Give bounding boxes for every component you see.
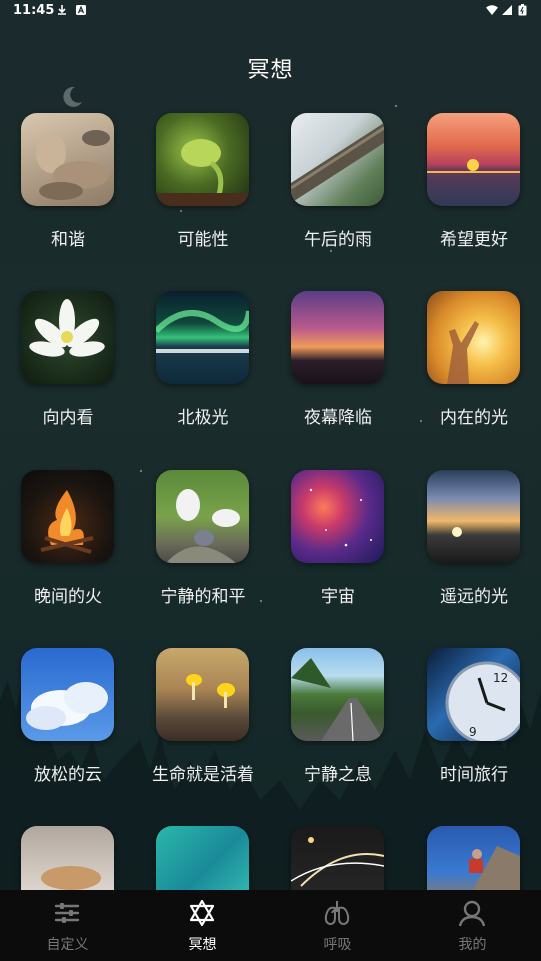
tile-label: 宁静之息 <box>304 765 372 785</box>
user-icon <box>458 900 486 927</box>
tile-label: 宁静的和平 <box>160 587 246 607</box>
rainy-roof-image <box>291 113 384 206</box>
meditation-tile-evening-fire[interactable]: 晚间的火 <box>3 470 133 620</box>
meditation-tile-quiet-breath[interactable]: 宁静之息 <box>273 648 403 798</box>
tile-label: 内在的光 <box>440 408 508 428</box>
lungs-icon <box>324 901 350 926</box>
road-trees-image <box>291 648 384 741</box>
horizon-sun-image <box>427 470 520 563</box>
meditation-tile-aurora[interactable]: 北极光 <box>138 291 268 441</box>
tile-label: 向内看 <box>42 408 94 428</box>
nav-label: 自定义 <box>46 937 89 953</box>
meditation-tile-water[interactable] <box>138 826 268 890</box>
lotus-image <box>21 291 114 384</box>
tile-label: 生命就是活着 <box>152 765 254 785</box>
svg-text:9: 9 <box>469 725 477 739</box>
nav-item-custom[interactable]: 自定义 <box>0 890 135 961</box>
meditation-tile-life[interactable]: 生命就是活着 <box>138 648 268 798</box>
aurora-image <box>156 291 249 384</box>
meditation-tile-inner-light[interactable]: 内在的光 <box>409 291 539 441</box>
sliders-icon <box>54 903 80 923</box>
clock-image: 12 9 <box>427 648 520 741</box>
meditation-tile-distant-light[interactable]: 遥远的光 <box>409 470 539 620</box>
dusk-sky-image <box>291 291 384 384</box>
svg-text:12: 12 <box>493 671 508 685</box>
meditation-tile-harmony[interactable]: 和谐 <box>3 113 133 263</box>
sprout-image <box>156 113 249 206</box>
tile-label: 遥远的光 <box>440 587 508 607</box>
tile-label: 晚间的火 <box>34 587 102 607</box>
sleeping-cat-image <box>21 826 114 890</box>
tile-label: 可能性 <box>177 230 229 250</box>
night-road-image <box>291 826 384 890</box>
mushrooms-image <box>156 648 249 741</box>
meditation-tile-dusk[interactable]: 夜幕降临 <box>273 291 403 441</box>
sunlight-person-image <box>427 291 520 384</box>
nav-item-profile[interactable]: 我的 <box>405 890 540 961</box>
meditation-tile-look-inward[interactable]: 向内看 <box>3 291 133 441</box>
nav-label: 呼吸 <box>323 937 352 953</box>
climber-image <box>427 826 520 890</box>
meditation-tile-cat[interactable] <box>3 826 133 890</box>
clouds-image <box>21 648 114 741</box>
meditation-tile-climber[interactable] <box>409 826 539 890</box>
sunset-sea-image <box>427 113 520 206</box>
tile-label: 希望更好 <box>440 230 508 250</box>
nav-item-breathe[interactable]: 呼吸 <box>270 890 405 961</box>
campfire-image <box>21 470 114 563</box>
water-image <box>156 826 249 890</box>
meditation-tile-time-travel[interactable]: 12 9 时间旅行 <box>409 648 539 798</box>
meditation-grid: 和谐 可能性 午后的雨 希望更好 向内看 北极光 夜幕降临 内在的光 晚间的火 … <box>0 0 541 890</box>
meditation-tile-afternoon-rain[interactable]: 午后的雨 <box>273 113 403 263</box>
stones-image <box>21 113 114 206</box>
doves-image <box>156 470 249 563</box>
meditation-tile-night-road[interactable] <box>273 826 403 890</box>
bottom-nav: 自定义 冥想 呼吸 我的 <box>0 890 541 961</box>
nav-label: 冥想 <box>188 937 217 953</box>
tile-label: 北极光 <box>177 408 229 428</box>
meditation-tile-hope[interactable]: 希望更好 <box>409 113 539 263</box>
tile-label: 和谐 <box>51 230 85 250</box>
star-of-david-icon <box>189 899 215 927</box>
tile-label: 午后的雨 <box>304 230 372 250</box>
nav-label: 我的 <box>458 937 487 953</box>
meditation-tile-possibility[interactable]: 可能性 <box>138 113 268 263</box>
nav-item-meditation[interactable]: 冥想 <box>135 890 270 961</box>
tile-label: 夜幕降临 <box>304 408 372 428</box>
meditation-tile-peace[interactable]: 宁静的和平 <box>138 470 268 620</box>
tile-label: 时间旅行 <box>440 765 508 785</box>
meditation-tile-universe[interactable]: 宇宙 <box>273 470 403 620</box>
nebula-image <box>291 470 384 563</box>
meditation-tile-relaxing-clouds[interactable]: 放松的云 <box>3 648 133 798</box>
tile-label: 宇宙 <box>321 587 355 607</box>
tile-label: 放松的云 <box>34 765 102 785</box>
